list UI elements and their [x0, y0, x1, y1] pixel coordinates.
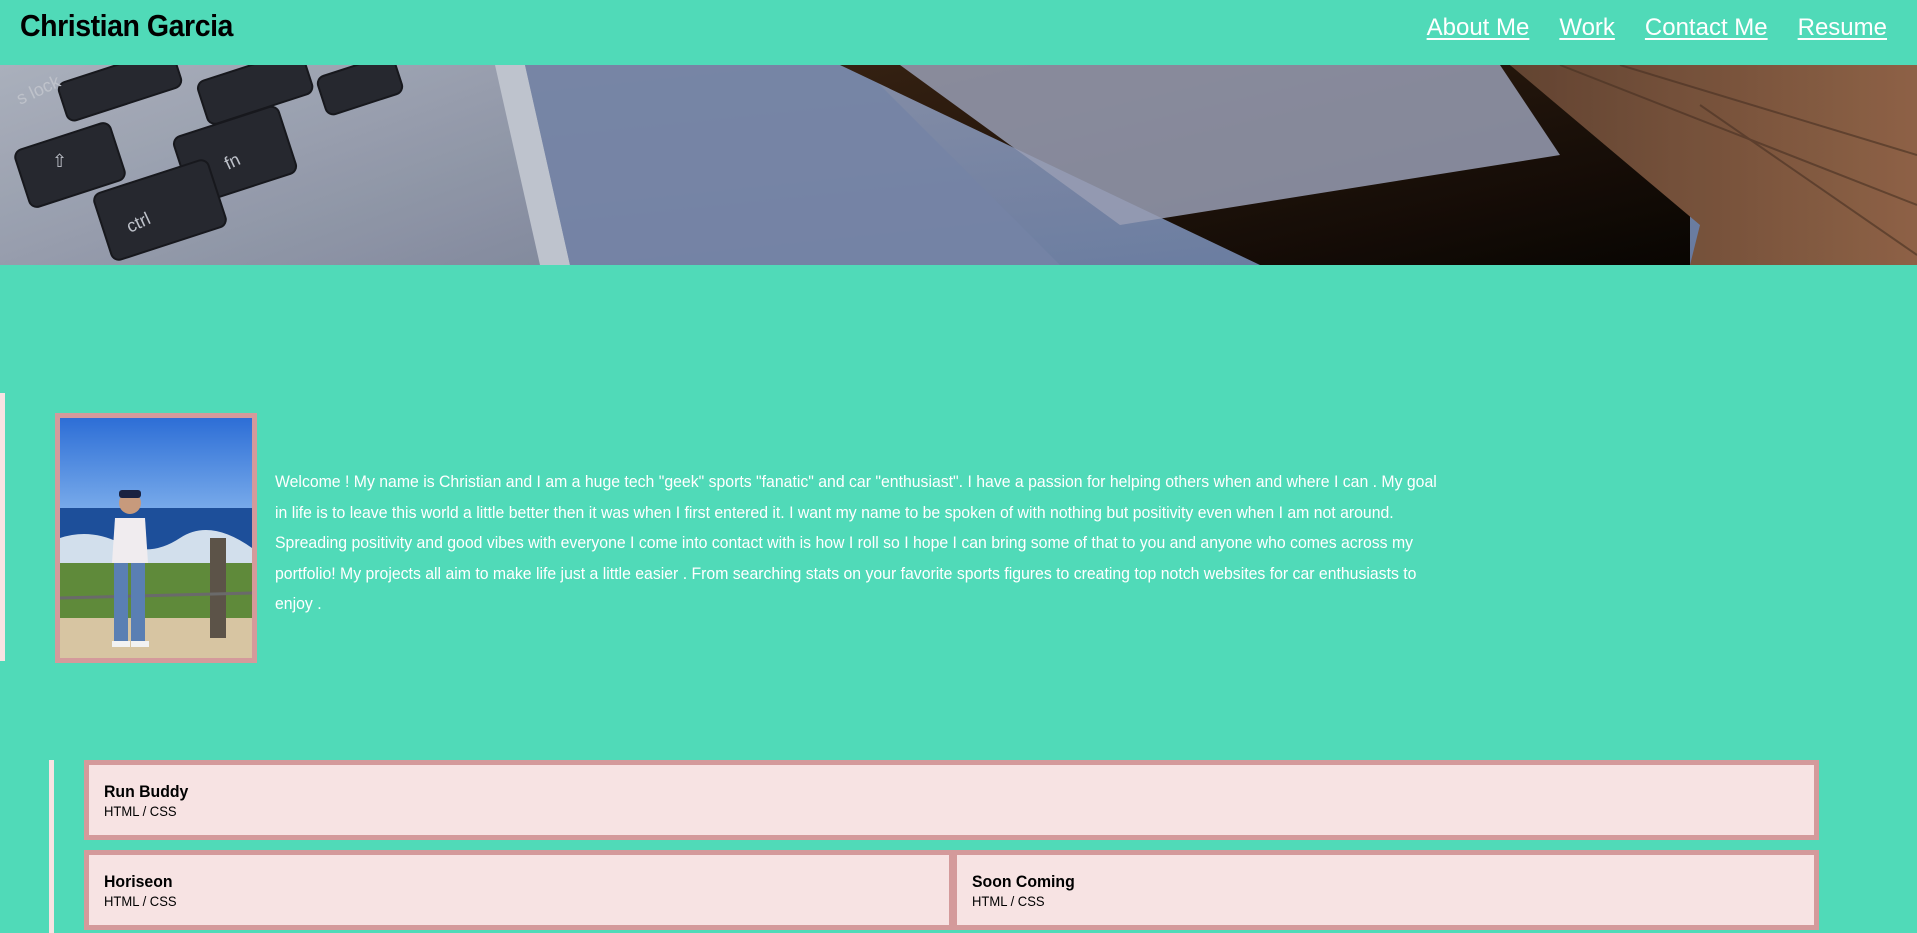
- profile-photo-illustration: [60, 418, 252, 658]
- about-bio-text: Welcome ! My name is Christian and I am …: [275, 472, 1437, 613]
- project-title: Soon Coming: [972, 872, 1075, 891]
- nav-link-contact-me[interactable]: Contact Me: [1645, 14, 1768, 42]
- project-card-horiseon[interactable]: Horiseon HTML / CSS: [84, 850, 954, 930]
- project-tech: HTML / CSS: [104, 803, 177, 819]
- nav-link-work[interactable]: Work: [1559, 14, 1615, 42]
- project-card-soon-coming[interactable]: Soon Coming HTML / CSS: [952, 850, 1819, 930]
- project-card-run-buddy[interactable]: Run Buddy HTML / CSS: [84, 760, 1819, 840]
- project-title: Run Buddy: [104, 782, 189, 801]
- hero-image-illustration: s lock fn ctrl ⇧: [0, 65, 1917, 265]
- site-header: Christian Garcia About Me Work Contact M…: [0, 0, 1917, 65]
- site-title: Christian Garcia: [20, 8, 233, 43]
- nav-link-about-me[interactable]: About Me: [1427, 14, 1530, 42]
- hero-banner-image: s lock fn ctrl ⇧: [0, 65, 1917, 265]
- project-title: Horiseon: [104, 872, 173, 891]
- work-section: Run Buddy HTML / CSS Horiseon HTML / CSS…: [49, 760, 1849, 933]
- profile-photo: [55, 413, 257, 663]
- main-nav: About Me Work Contact Me Resume: [1427, 14, 1887, 42]
- nav-link-resume[interactable]: Resume: [1798, 14, 1887, 42]
- work-section-accent-bar: [49, 760, 54, 933]
- project-tech: HTML / CSS: [972, 893, 1045, 909]
- about-section: Welcome ! My name is Christian and I am …: [0, 393, 1917, 663]
- about-section-accent-bar: [0, 393, 5, 661]
- project-tech: HTML / CSS: [104, 893, 177, 909]
